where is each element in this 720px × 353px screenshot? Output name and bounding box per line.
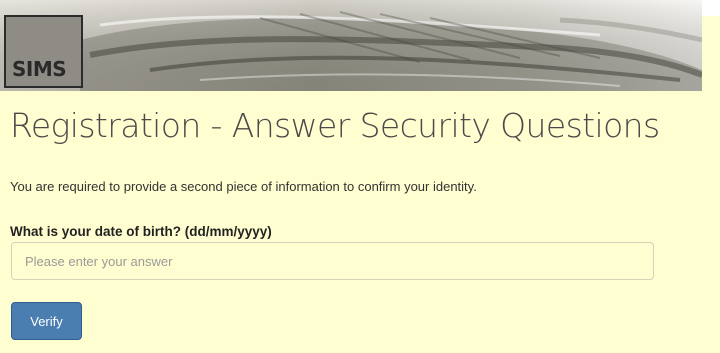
header-banner: SIMS <box>0 0 702 91</box>
security-question-label: What is your date of birth? (dd/mm/yyyy) <box>10 224 272 239</box>
sims-logo: SIMS <box>4 15 83 88</box>
logo-text: SIMS <box>12 57 67 81</box>
intro-text: You are required to provide a second pie… <box>10 179 477 194</box>
page-title: Registration - Answer Security Questions <box>10 106 660 145</box>
answer-input[interactable] <box>11 242 654 280</box>
feather-banner-image <box>0 0 702 91</box>
verify-button[interactable]: Verify <box>11 302 82 340</box>
